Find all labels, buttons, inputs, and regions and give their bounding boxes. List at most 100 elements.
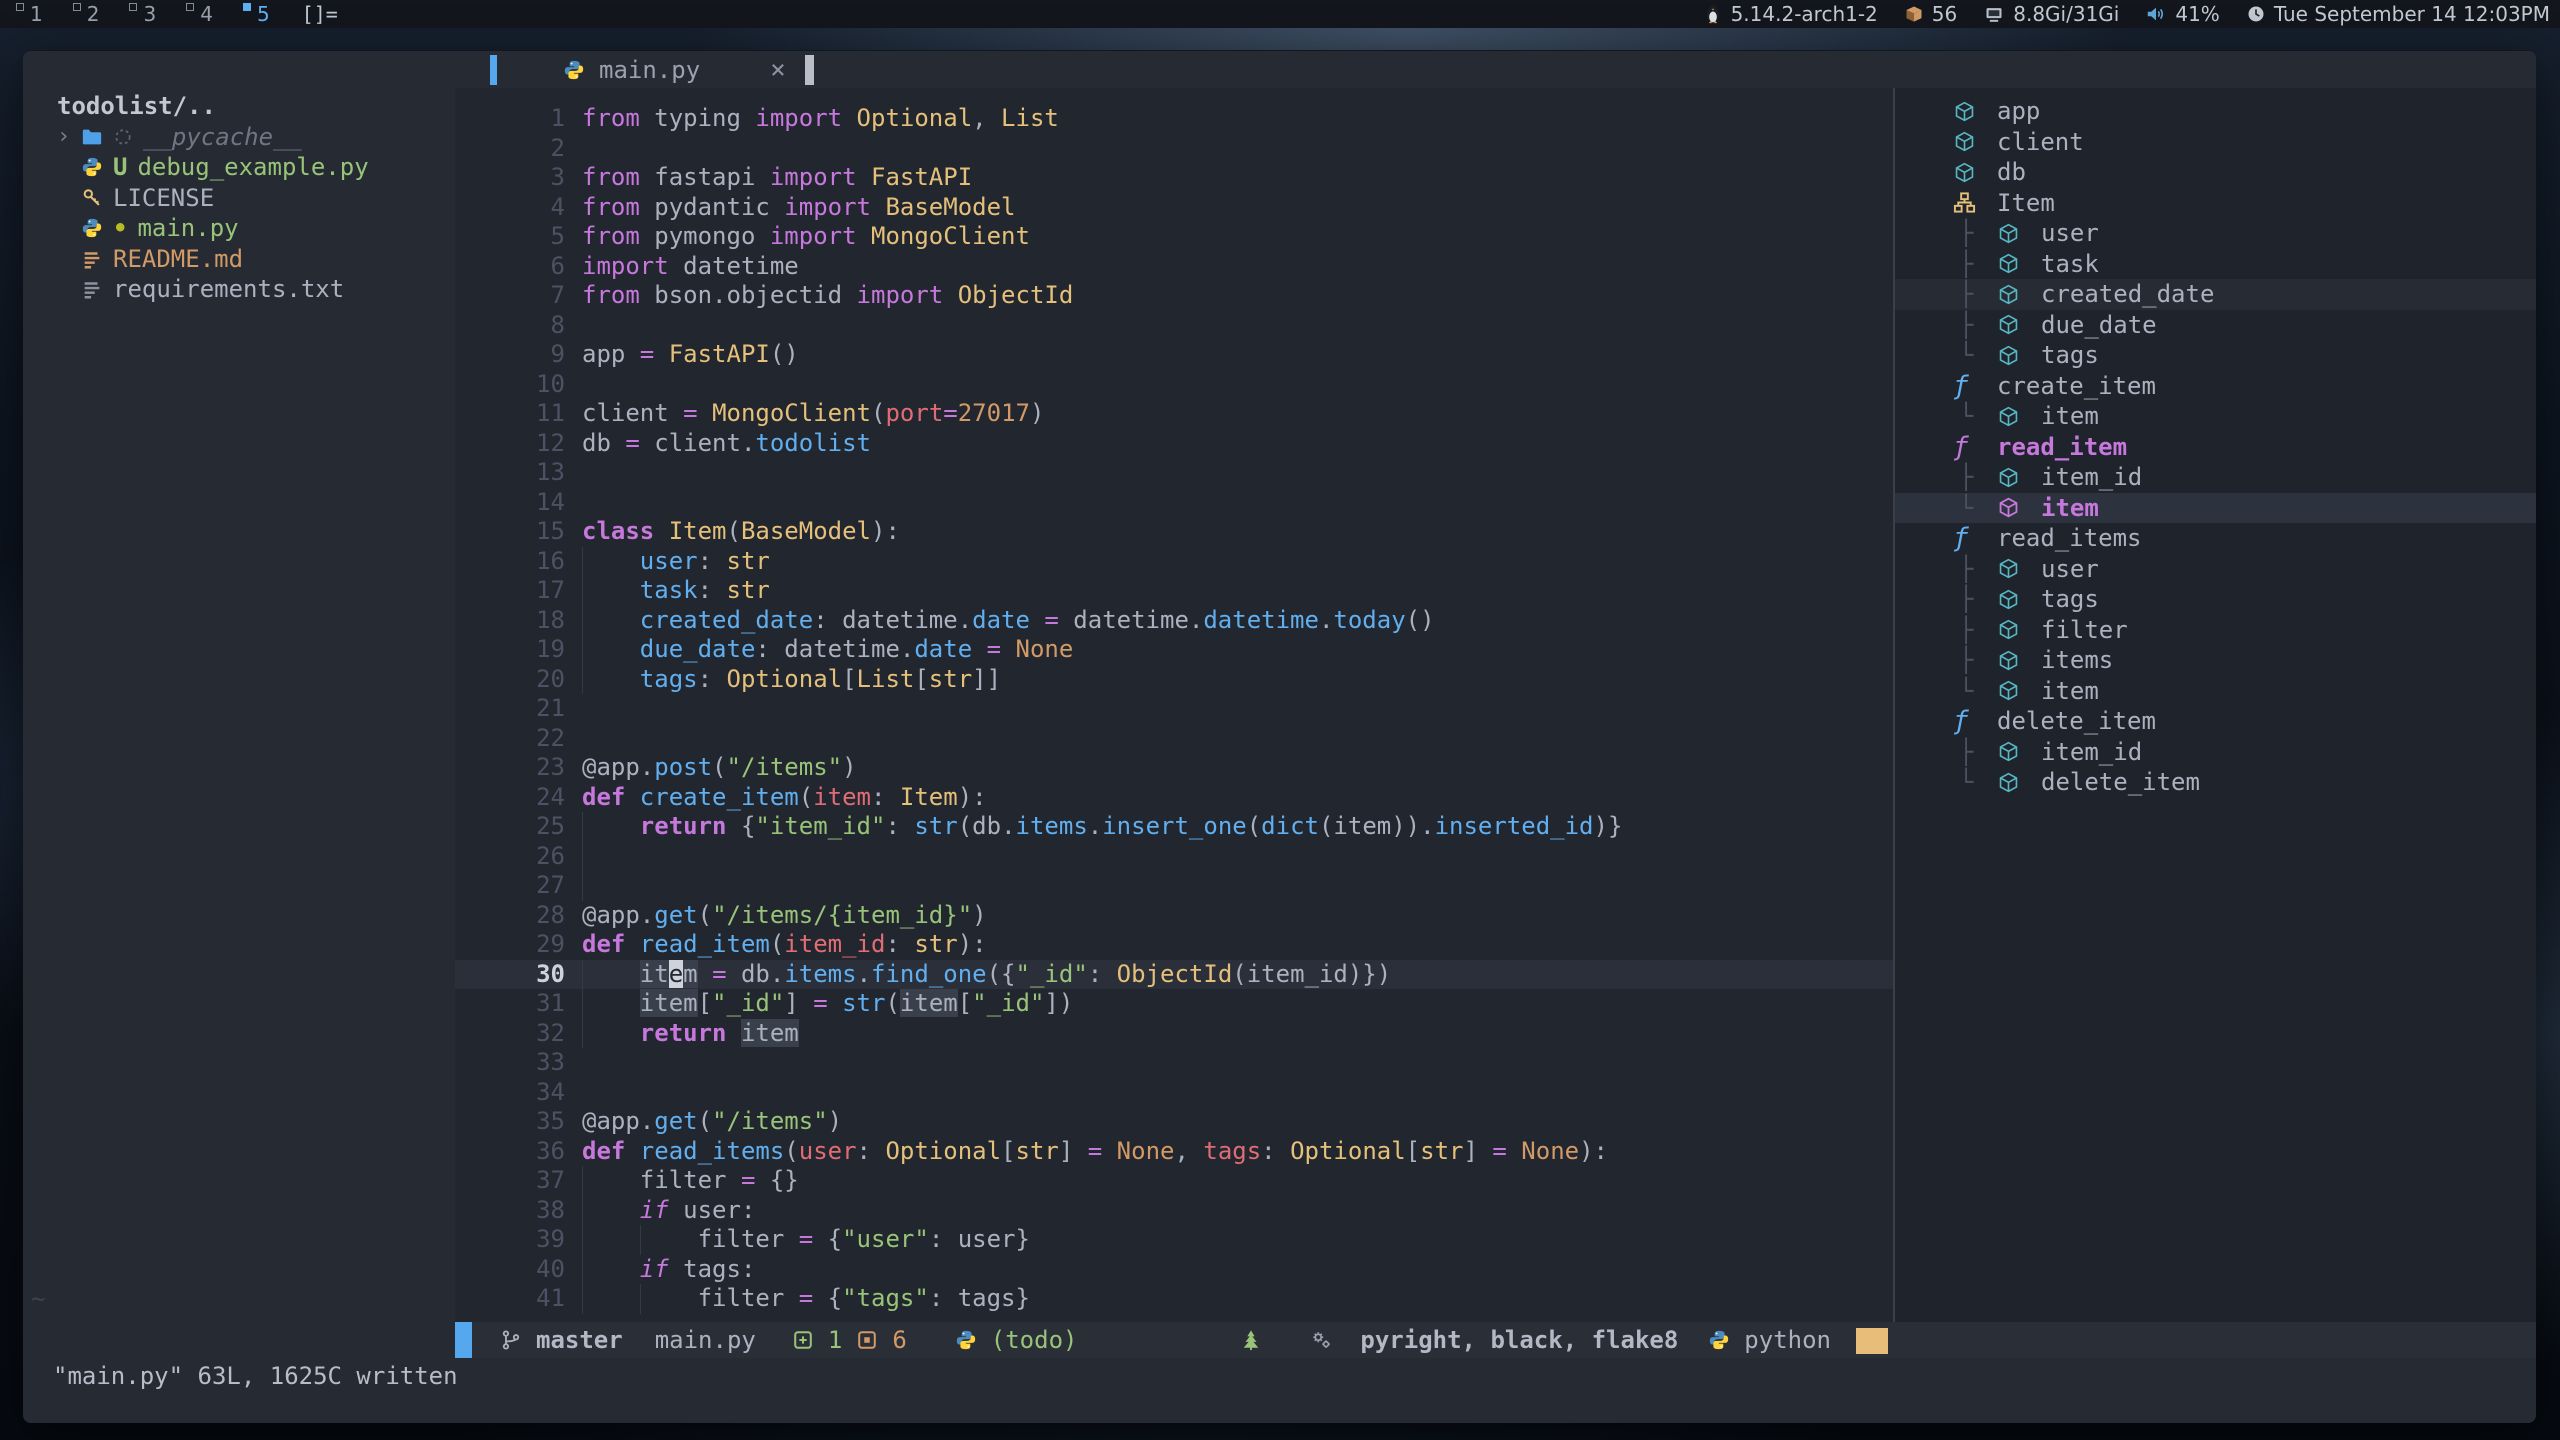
code-line[interactable]: 4from pydantic import BaseModel xyxy=(455,193,1893,223)
code-line[interactable]: 26 xyxy=(455,842,1893,872)
code-line[interactable]: 30 item = db.items.find_one({"_id": Obje… xyxy=(455,960,1893,990)
outline-item-task[interactable]: ├task xyxy=(1895,249,2536,280)
outline-item-item_id[interactable]: ├item_id xyxy=(1895,737,2536,768)
code-line[interactable]: 40 if tags: xyxy=(455,1255,1893,1285)
outline-item-client[interactable]: client xyxy=(1895,127,2536,158)
outline-item-app[interactable]: app xyxy=(1895,96,2536,127)
tab-main-py[interactable]: main.py × xyxy=(563,51,786,88)
code-editor[interactable]: 1from typing import Optional, List23from… xyxy=(455,88,1893,1322)
symbol-name: tags xyxy=(2041,584,2099,615)
file-tree-item[interactable]: LICENSE xyxy=(57,183,455,214)
close-icon[interactable]: × xyxy=(770,55,786,85)
outline-item-items[interactable]: ├items xyxy=(1895,645,2536,676)
code-line[interactable]: 16 user: str xyxy=(455,547,1893,577)
outline-item-item_id[interactable]: ├item_id xyxy=(1895,462,2536,493)
code-line[interactable]: 33 xyxy=(455,1048,1893,1078)
outline-item-tags[interactable]: └tags xyxy=(1895,340,2536,371)
code-line[interactable]: 37 filter = {} xyxy=(455,1166,1893,1196)
code-line[interactable]: 12db = client.todolist xyxy=(455,429,1893,459)
file-tree-item[interactable]: requirements.txt xyxy=(57,274,455,305)
symbol-name: delete_item xyxy=(2041,767,2200,798)
python-icon xyxy=(81,217,103,239)
outline-item-item[interactable]: └ item xyxy=(1895,401,2536,432)
function-icon: ƒ xyxy=(1953,523,1997,554)
command-line[interactable]: "main.py" 63L, 1625C written xyxy=(23,1358,2536,1423)
tree-connector-icon: └ xyxy=(1959,767,1997,798)
code-line[interactable]: 7from bson.objectid import ObjectId xyxy=(455,281,1893,311)
workspace-indicator-icon xyxy=(243,3,251,11)
code-line[interactable]: 36def read_items(user: Optional[str] = N… xyxy=(455,1137,1893,1167)
code-line[interactable]: 22 xyxy=(455,724,1893,754)
outline-item-read_item[interactable]: ƒread_item xyxy=(1895,432,2536,463)
code-line[interactable]: 34 xyxy=(455,1078,1893,1108)
file-tree-root[interactable]: todolist/.. xyxy=(57,91,455,122)
outline-item-user[interactable]: ├user xyxy=(1895,218,2536,249)
workspace-5[interactable]: 5 xyxy=(241,2,284,26)
field-icon xyxy=(1997,679,2041,702)
code-line[interactable]: 6import datetime xyxy=(455,252,1893,282)
code-line[interactable]: 13 xyxy=(455,458,1893,488)
code-line[interactable]: 27 xyxy=(455,871,1893,901)
file-name: README.md xyxy=(113,244,243,275)
code-line[interactable]: 35@app.get("/items") xyxy=(455,1107,1893,1137)
code-line[interactable]: 25 return {"item_id": str(db.items.inser… xyxy=(455,812,1893,842)
file-tree-item[interactable]: README.md xyxy=(57,244,455,275)
tab-accent-bar xyxy=(490,55,497,85)
code-line[interactable]: 32 return item xyxy=(455,1019,1893,1049)
code-line[interactable]: 9app = FastAPI() xyxy=(455,340,1893,370)
symbol-name: user xyxy=(2041,554,2099,585)
code-line[interactable]: 2 xyxy=(455,134,1893,164)
code-line[interactable]: 31 item["_id"] = str(item["_id"]) xyxy=(455,989,1893,1019)
file-tree-item[interactable]: •main.py xyxy=(57,213,455,244)
code-line[interactable]: 18 created_date: datetime.date = datetim… xyxy=(455,606,1893,636)
code-line[interactable]: 1from typing import Optional, List xyxy=(455,104,1893,134)
code-line[interactable]: 23@app.post("/items") xyxy=(455,753,1893,783)
outline-item-filter[interactable]: ├filter xyxy=(1895,615,2536,646)
outline-item-read_items[interactable]: ƒread_items xyxy=(1895,523,2536,554)
outline-item-user[interactable]: ├user xyxy=(1895,554,2536,585)
tree-connector-icon: └ xyxy=(1959,401,1997,432)
cursor: e xyxy=(669,960,683,988)
workspace-3[interactable]: 3 xyxy=(127,2,170,26)
outline-item-db[interactable]: db xyxy=(1895,157,2536,188)
code-line[interactable]: 10 xyxy=(455,370,1893,400)
code-line[interactable]: 21 xyxy=(455,694,1893,724)
file-tree-item[interactable]: ›__pycache__ xyxy=(57,122,455,153)
code-line[interactable]: 15class Item(BaseModel): xyxy=(455,517,1893,547)
workspace-2[interactable]: 2 xyxy=(71,2,114,26)
code-line[interactable]: 17 task: str xyxy=(455,576,1893,606)
outline-item-due_date[interactable]: ├due_date xyxy=(1895,310,2536,341)
code-line[interactable]: 24def create_item(item: Item): xyxy=(455,783,1893,813)
statusline-text: master xyxy=(536,1326,623,1354)
code-line[interactable]: 20 tags: Optional[List[str]] xyxy=(455,665,1893,695)
outline-item-Item[interactable]: Item xyxy=(1895,188,2536,219)
symbol-name: item xyxy=(2041,401,2099,432)
code-line[interactable]: 39 filter = {"user": user} xyxy=(455,1225,1893,1255)
code-line[interactable]: 3from fastapi import FastAPI xyxy=(455,163,1893,193)
tree-connector-icon: ├ xyxy=(1959,584,1997,615)
code-line[interactable]: 28@app.get("/items/{item_id}") xyxy=(455,901,1893,931)
code-line[interactable]: 14 xyxy=(455,488,1893,518)
outline-item-delete_item[interactable]: └ delete_item xyxy=(1895,767,2536,798)
workspace-4[interactable]: 4 xyxy=(184,2,227,26)
symbol-name: read_items xyxy=(1997,523,2142,554)
code-line[interactable]: 19 due_date: datetime.date = None xyxy=(455,635,1893,665)
outline-item-created_date[interactable]: ├created_date xyxy=(1895,279,2536,310)
outline-item-create_item[interactable]: ƒcreate_item xyxy=(1895,371,2536,402)
outline-item-tags[interactable]: ├ tags xyxy=(1895,584,2536,615)
file-tree-item[interactable]: Udebug_example.py xyxy=(57,152,455,183)
status-item: 41% xyxy=(2145,2,2219,26)
code-line[interactable]: 29def read_item(item_id: str): xyxy=(455,930,1893,960)
statusline-text: pyright, black, flake8 xyxy=(1360,1326,1678,1354)
code-line[interactable]: 11client = MongoClient(port=27017) xyxy=(455,399,1893,429)
outline-item-delete_item[interactable]: ƒdelete_item xyxy=(1895,706,2536,737)
code-line[interactable]: 5from pymongo import MongoClient xyxy=(455,222,1893,252)
code-line[interactable]: 8 xyxy=(455,311,1893,341)
layout-indicator[interactable]: []= xyxy=(302,2,338,26)
outline-item-item[interactable]: └item xyxy=(1895,676,2536,707)
code-line[interactable]: 38 if user: xyxy=(455,1196,1893,1226)
outline-item-item[interactable]: └item xyxy=(1895,493,2536,524)
line-number: 19 xyxy=(455,635,565,665)
code-line[interactable]: 41 filter = {"tags": tags} xyxy=(455,1284,1893,1314)
workspace-1[interactable]: 1 xyxy=(14,2,57,26)
